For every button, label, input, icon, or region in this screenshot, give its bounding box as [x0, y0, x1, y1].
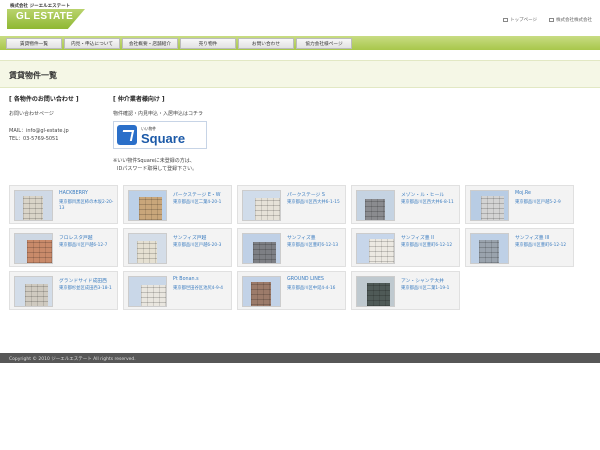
- property-name[interactable]: Moj.Re: [515, 191, 531, 196]
- property-name[interactable]: HACKBERRY: [59, 191, 88, 196]
- property-name[interactable]: アン・シャンテ大井: [401, 277, 444, 284]
- property-address: 東京都品川区戸越5-2-9: [515, 200, 561, 205]
- square-logo-icon: [117, 125, 137, 145]
- property-photo[interactable]: [470, 190, 509, 221]
- agents-heading: [ 仲介業者様向け ]: [113, 96, 165, 103]
- site-header: 株式会社 ジーエルエステート GL ESTATE トップページ 株式会社株式会社: [0, 0, 600, 36]
- property-name[interactable]: GROUND LINES: [287, 277, 324, 282]
- property-photo[interactable]: [242, 276, 281, 307]
- agents-note-2: IDパスワード取得して登録下さい。: [117, 166, 198, 172]
- window-icon: [549, 18, 554, 22]
- property-address: 東京都品川区戸越6-12-7: [59, 243, 108, 248]
- property-address: 東京都品川区二葉4-20-1: [173, 200, 222, 205]
- nav-item-partners[interactable]: 協力会社様ページ: [296, 38, 352, 49]
- property-photo[interactable]: [14, 233, 53, 264]
- property-photo[interactable]: [470, 233, 509, 264]
- property-photo[interactable]: [242, 190, 281, 221]
- property-name[interactable]: サンフィズ豊 III: [515, 234, 549, 241]
- property-card[interactable]: Pt Bonan.s 東京都世田谷区池尻4-9-4: [123, 271, 232, 310]
- property-card[interactable]: アン・シャンテ大井東京都品川区二葉1-19-1: [351, 271, 460, 310]
- top-link-label: トップページ: [510, 18, 537, 23]
- contact-tel: TEL：03-5769-5051: [9, 136, 59, 142]
- agents-desc: 物件確認・内見申込・入居申込はコチラ: [113, 111, 204, 117]
- property-name[interactable]: フロレスタ戸越: [59, 234, 93, 241]
- property-card[interactable]: Moj.Re 東京都品川区戸越5-2-9: [465, 185, 574, 224]
- property-name[interactable]: サンフィズ豊: [287, 234, 316, 241]
- site-logo[interactable]: 株式会社 ジーエルエステート GL ESTATE: [7, 3, 87, 31]
- property-photo[interactable]: [242, 233, 281, 264]
- property-name[interactable]: メゾン・ル・ヒール: [401, 191, 444, 198]
- property-name[interactable]: Pt Bonan.s: [173, 277, 199, 282]
- nav-item-for-sale[interactable]: 売り物件: [180, 38, 236, 49]
- page-title-band: 賃貸物件一覧: [0, 60, 600, 88]
- property-name[interactable]: パークステージ S: [287, 191, 325, 198]
- logo-text: GL ESTATE: [16, 11, 74, 22]
- property-card[interactable]: サンフィズ豊 II 東京都品川区豊町6-12-12: [351, 228, 460, 267]
- property-card[interactable]: サンフィズ豊東京都品川区豊町6-12-13: [237, 228, 346, 267]
- window-icon: [503, 18, 509, 22]
- property-name[interactable]: グランドサイド成田西: [59, 277, 107, 284]
- logo-company-name: 株式会社 ジーエルエステート: [10, 4, 71, 9]
- property-address: 東京都世田谷区池尻4-9-4: [173, 286, 223, 291]
- main-nav: 賃貸物件一覧 内見・申込について 会社概要・店舗紹介 売り物件 お問い合わせ 協…: [0, 36, 600, 50]
- top-link-label: 株式会社株式会社: [556, 18, 592, 23]
- site-footer: Copyright © 2010 ジーエルエステート All rights re…: [0, 353, 600, 363]
- nav-item-rental-list[interactable]: 賃貸物件一覧: [6, 38, 62, 49]
- property-photo[interactable]: [128, 233, 167, 264]
- property-address: 東京都品川区戸越6-20-3: [173, 243, 222, 248]
- property-card[interactable]: パークステージ S 東京都品川区西大井6-1-15: [237, 185, 346, 224]
- square-logo-link[interactable]: いい物件 Square: [113, 121, 207, 149]
- property-card[interactable]: サンフィズ豊 III 東京都品川区豊町6-12-12: [465, 228, 574, 267]
- property-address: 東京都品川区西大井6-1-15: [287, 200, 340, 205]
- property-photo[interactable]: [14, 276, 53, 307]
- property-card[interactable]: GROUND LINES 東京都品川区中延4-4-16: [237, 271, 346, 310]
- property-photo[interactable]: [356, 190, 395, 221]
- property-card[interactable]: フロレスタ戸越東京都品川区戸越6-12-7: [9, 228, 118, 267]
- property-address: 東京都品川区西大井6-8-11: [401, 200, 454, 205]
- contact-page-link[interactable]: お問い合わせページ: [9, 110, 54, 118]
- nav-item-company[interactable]: 会社概要・店舗紹介: [122, 38, 178, 49]
- property-photo[interactable]: [356, 233, 395, 264]
- top-link-top-page[interactable]: トップページ: [503, 17, 537, 23]
- top-link-company[interactable]: 株式会社株式会社: [549, 17, 592, 23]
- property-card[interactable]: メゾン・ル・ヒール東京都品川区西大井6-8-11: [351, 185, 460, 224]
- agents-section: [ 仲介業者様向け ]: [113, 94, 165, 103]
- top-links: トップページ 株式会社株式会社: [503, 17, 592, 23]
- property-photo[interactable]: [128, 190, 167, 221]
- nav-item-contact[interactable]: お問い合わせ: [238, 38, 294, 49]
- property-name[interactable]: パークステージ E・W: [173, 191, 220, 198]
- contact-mail[interactable]: MAIL：info@gl-estate.jp: [9, 127, 69, 135]
- agents-note-1: ※いい物件Squareに未登録の方は、: [113, 158, 195, 164]
- property-address: 東京都品川区二葉1-19-1: [401, 286, 450, 291]
- property-card[interactable]: HACKBERRY 東京都目黒区柿の木坂2-20-13: [9, 185, 118, 224]
- property-address: 東京都杉並区成田西3-18-1: [59, 286, 112, 291]
- property-photo[interactable]: [356, 276, 395, 307]
- property-name[interactable]: サンフィズ豊 II: [401, 234, 434, 241]
- property-address: 東京都品川区豊町6-12-12: [401, 243, 453, 248]
- property-card[interactable]: サンフィズ戸越東京都品川区戸越6-20-3: [123, 228, 232, 267]
- page-title: 賃貸物件一覧: [9, 71, 57, 80]
- contact-heading: [ 各物件のお問い合わせ ]: [9, 96, 79, 103]
- property-address: 東京都品川区豊町6-12-12: [515, 243, 567, 248]
- property-address: 東京都目黒区柿の木坂2-20-13: [59, 200, 114, 211]
- property-address: 東京都品川区豊町6-12-13: [287, 243, 339, 248]
- copyright-text: Copyright © 2010 ジーエルエステート All rights re…: [9, 356, 136, 362]
- property-card[interactable]: パークステージ E・W 東京都品川区二葉4-20-1: [123, 185, 232, 224]
- contact-section: [ 各物件のお問い合わせ ]: [9, 94, 79, 103]
- square-logo-text: Square: [141, 130, 186, 146]
- nav-item-viewing[interactable]: 内見・申込について: [64, 38, 120, 49]
- property-card[interactable]: グランドサイド成田西 東京都杉並区成田西3-18-1: [9, 271, 118, 310]
- property-address: 東京都品川区中延4-4-16: [287, 286, 336, 291]
- property-photo[interactable]: [14, 190, 53, 221]
- property-name[interactable]: サンフィズ戸越: [173, 234, 206, 241]
- property-photo[interactable]: [128, 276, 167, 307]
